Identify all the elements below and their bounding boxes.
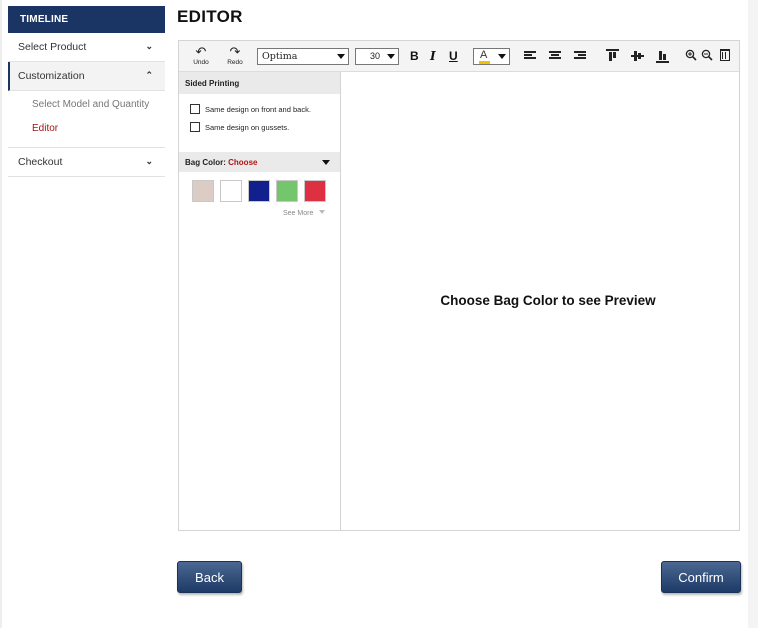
timeline-header: TIMELINE xyxy=(8,6,165,33)
text-color-select[interactable]: A xyxy=(473,48,510,65)
chevron-down-icon: ⌄ xyxy=(145,41,153,51)
text-color-icon: A xyxy=(480,49,488,61)
trash-icon[interactable] xyxy=(720,49,730,61)
zoom-out-icon[interactable] xyxy=(701,49,713,61)
color-swatch[interactable] xyxy=(276,180,298,202)
customization-substeps: Select Model and Quantity Editor xyxy=(8,91,165,148)
page-scrollbar-track xyxy=(748,0,758,628)
confirm-button[interactable]: Confirm xyxy=(661,561,741,593)
page-edge-left xyxy=(0,0,2,628)
page-title: EDITOR xyxy=(177,7,243,26)
timeline-sidebar: TIMELINE Select Product ⌄ Customization … xyxy=(8,6,165,177)
align-center-icon[interactable] xyxy=(549,51,561,62)
caret-down-icon xyxy=(387,54,395,59)
font-size-value: 30 xyxy=(370,51,381,61)
redo-label: Redo xyxy=(227,59,243,66)
sidebar-item-label: Customization xyxy=(18,70,85,82)
sidebar-subitem-editor[interactable]: Editor xyxy=(32,119,165,143)
sided-printing-heading: Sided Printing xyxy=(179,72,340,94)
chevron-up-icon: ⌃ xyxy=(145,70,153,80)
undo-button[interactable]: ↶ Undo xyxy=(191,41,211,72)
preview-canvas[interactable]: Choose Bag Color to see Preview xyxy=(341,72,739,530)
caret-down-icon xyxy=(322,160,330,165)
align-right-icon[interactable] xyxy=(574,51,586,62)
see-more-link[interactable]: See More xyxy=(283,210,326,217)
editor-frame: ↶ Undo ↷ Redo Optima 30 B I U A Sided Pr… xyxy=(178,40,740,531)
align-middle-icon[interactable] xyxy=(631,49,644,63)
bag-color-label: Bag Color: xyxy=(185,158,226,167)
italic-button[interactable]: I xyxy=(430,50,436,63)
color-swatch[interactable] xyxy=(248,180,270,202)
undo-label: Undo xyxy=(193,59,209,66)
option-gussets[interactable]: Same design on gussets. xyxy=(179,118,340,136)
align-left-icon[interactable] xyxy=(524,51,536,62)
font-family-select[interactable]: Optima xyxy=(257,48,349,65)
bold-button[interactable]: B xyxy=(410,50,419,63)
sidebar-subitem-select-model[interactable]: Select Model and Quantity xyxy=(32,95,165,119)
color-swatch[interactable] xyxy=(192,180,214,202)
bag-color-value: Choose xyxy=(228,158,258,167)
option-label: Same design on front and back. xyxy=(205,105,311,114)
color-swatch[interactable] xyxy=(220,180,242,202)
sidebar-item-label: Checkout xyxy=(18,156,63,168)
underline-button[interactable]: U xyxy=(449,50,458,63)
color-swatch[interactable] xyxy=(304,180,326,202)
color-swatches xyxy=(192,180,332,202)
gussets-checkbox[interactable] xyxy=(190,122,200,132)
preview-message: Choose Bag Color to see Preview xyxy=(440,293,656,308)
option-label: Same design on gussets. xyxy=(205,123,290,132)
redo-button[interactable]: ↷ Redo xyxy=(225,41,245,72)
align-bottom-icon[interactable] xyxy=(656,49,669,63)
caret-down-icon xyxy=(337,54,345,59)
see-more-label: See More xyxy=(283,210,314,217)
sidebar-item-checkout[interactable]: Checkout ⌄ xyxy=(8,148,165,177)
zoom-in-icon[interactable] xyxy=(685,49,697,61)
text-color-swatch xyxy=(479,61,490,64)
sidebar-item-label: Select Product xyxy=(18,41,87,53)
caret-down-icon xyxy=(319,210,326,214)
bag-color-dropdown[interactable]: Bag Color: Choose xyxy=(179,152,340,172)
option-front-back[interactable]: Same design on front and back. xyxy=(179,100,340,118)
editor-toolbar: ↶ Undo ↷ Redo Optima 30 B I U A xyxy=(179,41,739,72)
back-button[interactable]: Back xyxy=(177,561,242,593)
sidebar-item-customization[interactable]: Customization ⌃ xyxy=(8,62,165,91)
options-panel: Sided Printing Same design on front and … xyxy=(179,72,341,530)
front-back-checkbox[interactable] xyxy=(190,104,200,114)
sidebar-item-select-product[interactable]: Select Product ⌄ xyxy=(8,33,165,62)
caret-down-icon xyxy=(498,54,506,59)
font-size-select[interactable]: 30 xyxy=(355,48,399,65)
redo-icon: ↷ xyxy=(229,44,241,59)
chevron-down-icon: ⌄ xyxy=(145,156,153,166)
undo-icon: ↶ xyxy=(195,44,207,59)
align-top-icon[interactable] xyxy=(606,49,619,63)
font-family-value: Optima xyxy=(262,51,298,62)
